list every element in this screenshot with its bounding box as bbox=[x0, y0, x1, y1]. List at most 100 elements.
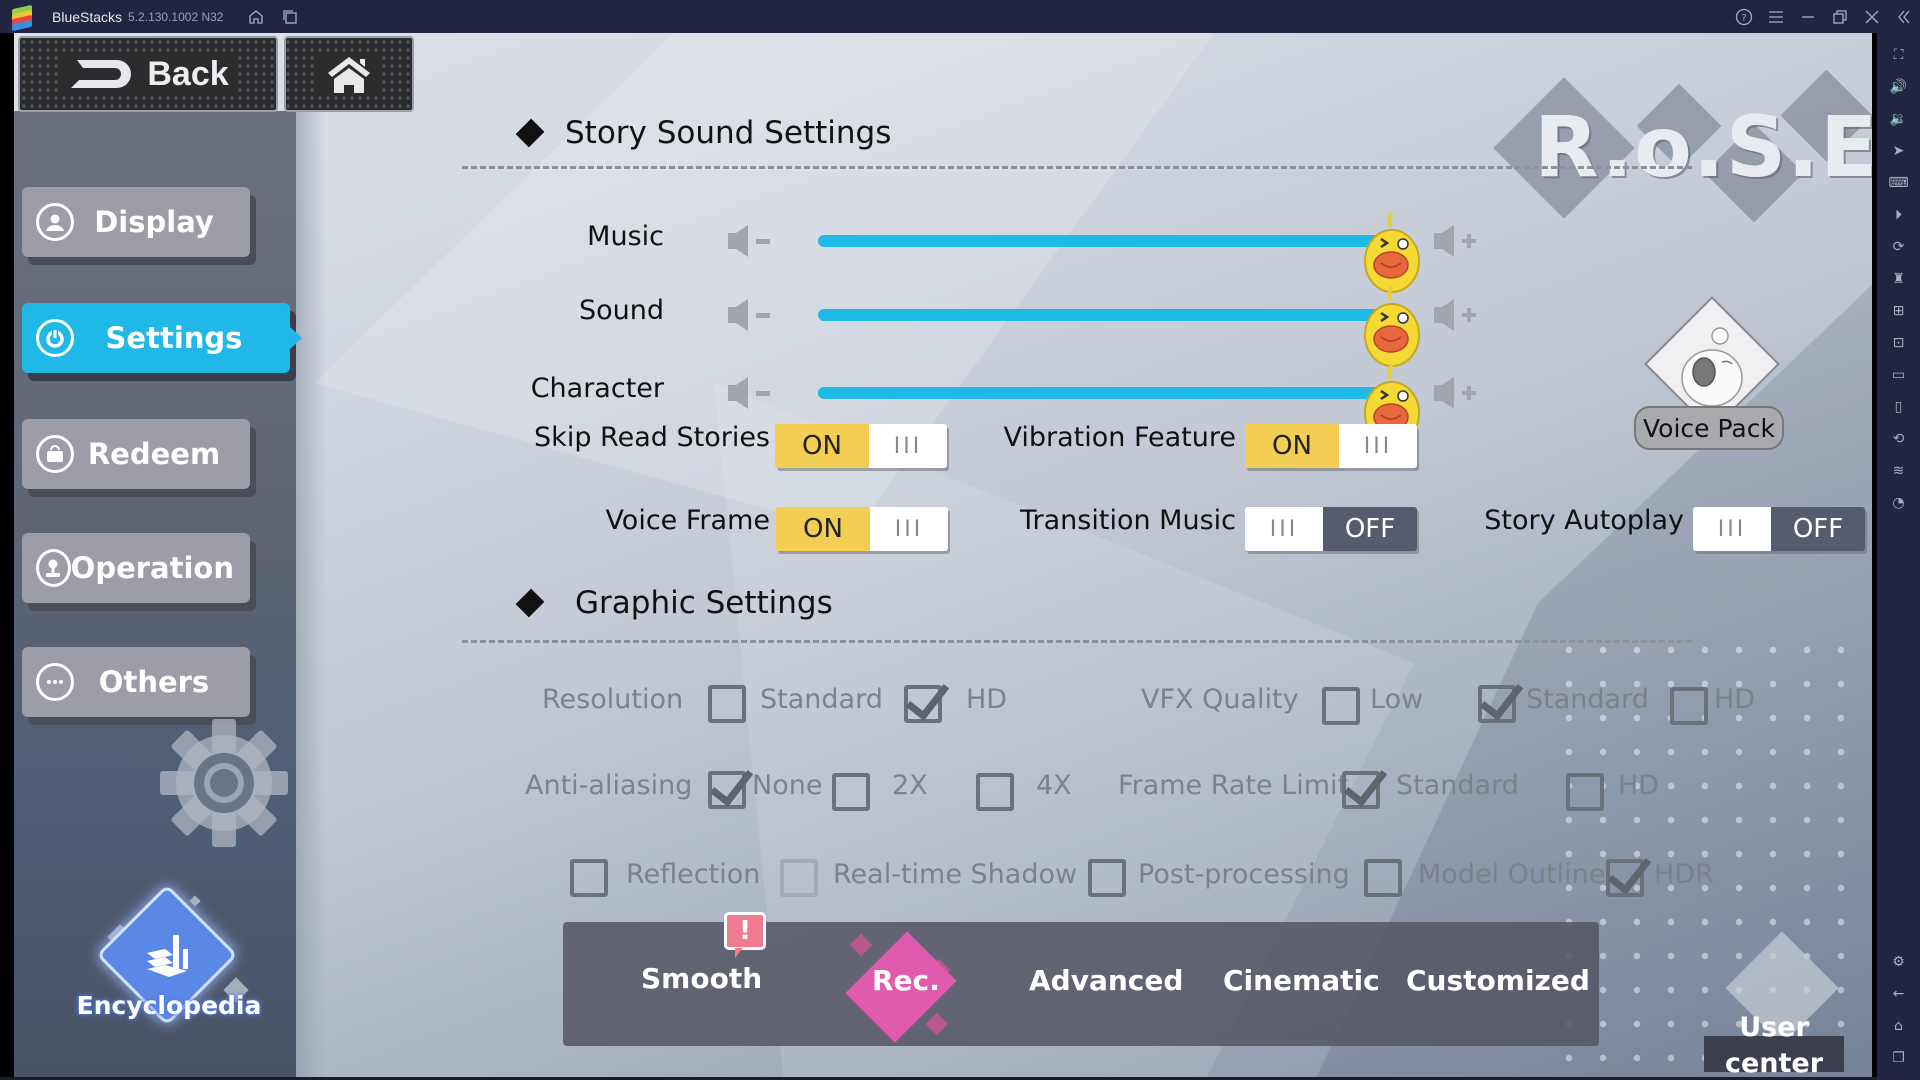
diamond-bullet-icon bbox=[515, 118, 545, 148]
volume-slider-track[interactable] bbox=[818, 363, 1420, 445]
model-outline-checkbox[interactable] bbox=[1364, 859, 1402, 897]
duck-slider-thumb[interactable] bbox=[1361, 283, 1423, 367]
vfx-standard-checkbox[interactable] bbox=[1478, 685, 1516, 723]
multi-window-icon[interactable]: ▯ bbox=[1885, 393, 1913, 421]
menu-icon[interactable] bbox=[1765, 6, 1787, 28]
duck-slider-thumb[interactable] bbox=[1361, 209, 1423, 293]
folder-icon[interactable]: ▭ bbox=[1885, 361, 1913, 389]
reflection-label: Reflection bbox=[626, 859, 761, 890]
preset-advanced-button[interactable]: Advanced bbox=[1029, 964, 1183, 997]
aa-none-checkbox[interactable] bbox=[708, 771, 746, 809]
fullscreen-icon[interactable]: ⛶ bbox=[1885, 41, 1913, 69]
volume-increase-icon[interactable] bbox=[1432, 223, 1484, 259]
performance-icon[interactable]: ♜ bbox=[1885, 265, 1913, 293]
menu-item-operation[interactable]: Operation bbox=[22, 533, 250, 603]
preset-cinematic-button[interactable]: Cinematic bbox=[1223, 964, 1380, 997]
settings-icon[interactable]: ⚙ bbox=[1885, 948, 1913, 976]
frame-rate-standard-checkbox[interactable] bbox=[1342, 771, 1380, 809]
toggle-grip-icon: III bbox=[869, 424, 947, 468]
vfx-hd-checkbox[interactable] bbox=[1670, 687, 1708, 725]
pointer-icon[interactable]: ➤ bbox=[1885, 137, 1913, 165]
bluestacks-logo-icon bbox=[10, 4, 34, 31]
back-label: Back bbox=[147, 54, 229, 93]
menu-item-settings[interactable]: Settings bbox=[22, 303, 302, 373]
volume-increase-icon[interactable] bbox=[1432, 375, 1484, 411]
aa-none-label: None bbox=[752, 770, 823, 801]
post-processing-checkbox[interactable] bbox=[1088, 859, 1126, 897]
preset-rec-button[interactable]: Rec. bbox=[872, 964, 940, 997]
skip-read-stories-toggle[interactable]: ON III bbox=[775, 424, 947, 468]
volume-decrease-icon[interactable] bbox=[726, 375, 780, 411]
minimize-icon[interactable] bbox=[1797, 6, 1819, 28]
aa-4x-label: 4X bbox=[1036, 770, 1072, 801]
aa-4x-checkbox[interactable] bbox=[976, 773, 1014, 811]
transition-music-toggle[interactable]: III OFF bbox=[1245, 507, 1417, 551]
alert-bubble-icon: ! bbox=[724, 912, 766, 958]
layers-icon[interactable]: ≋ bbox=[1885, 457, 1913, 485]
preset-smooth-button[interactable]: Smooth bbox=[641, 962, 762, 995]
toggle-on-label: ON bbox=[775, 424, 869, 468]
encyclopedia-button[interactable]: Encyclopedia bbox=[59, 873, 279, 1053]
preset-customized-button[interactable]: Customized bbox=[1406, 964, 1590, 997]
app-title: BlueStacks bbox=[52, 8, 123, 25]
voice-pack-button[interactable]: Voice Pack bbox=[1614, 296, 1794, 458]
frame-rate-hd-label: HD bbox=[1618, 770, 1660, 801]
vibration-feature-label: Vibration Feature bbox=[1003, 422, 1237, 453]
reflection-checkbox[interactable] bbox=[570, 859, 608, 897]
keyboard-icon[interactable]: ⌨ bbox=[1885, 169, 1913, 197]
back-arrow-icon[interactable]: ← bbox=[1885, 980, 1913, 1008]
help-icon[interactable]: ? bbox=[1733, 6, 1755, 28]
realtime-shadow-label: Real-time Shadow bbox=[833, 859, 1078, 890]
post-processing-label: Post-processing bbox=[1138, 859, 1350, 890]
vfx-standard-label: Standard bbox=[1526, 684, 1649, 715]
sync-icon[interactable]: ⟳ bbox=[1885, 233, 1913, 261]
resolution-standard-checkbox[interactable] bbox=[708, 685, 746, 723]
frame-rate-hd-checkbox[interactable] bbox=[1566, 773, 1604, 811]
volume-decrease-icon[interactable] bbox=[726, 297, 780, 333]
menu-item-redeem[interactable]: Redeem bbox=[22, 419, 250, 489]
hdr-checkbox[interactable] bbox=[1606, 859, 1644, 897]
voice-frame-toggle[interactable]: ON III bbox=[776, 507, 948, 551]
eco-mode-icon[interactable]: ◔ bbox=[1885, 489, 1913, 517]
joystick-icon bbox=[36, 549, 71, 587]
menu-label: Display bbox=[94, 205, 214, 239]
volume-up-icon[interactable]: 🔊 bbox=[1885, 73, 1913, 101]
user-center-button[interactable]: User center bbox=[1704, 931, 1854, 1077]
install-apk-icon[interactable]: ⊞ bbox=[1885, 297, 1913, 325]
macro-record-icon[interactable]: ⏵ bbox=[1885, 201, 1913, 229]
volume-slider-track[interactable] bbox=[818, 211, 1420, 293]
volume-decrease-icon[interactable] bbox=[726, 223, 780, 259]
rotate-icon[interactable]: ⟲ bbox=[1885, 425, 1913, 453]
home-icon[interactable] bbox=[245, 6, 267, 28]
menu-item-display[interactable]: Display bbox=[22, 187, 250, 257]
svg-text:?: ? bbox=[1741, 13, 1746, 24]
display-icon bbox=[36, 203, 74, 241]
restore-icon[interactable] bbox=[1829, 6, 1851, 28]
section-title-text: Graphic Settings bbox=[575, 585, 833, 621]
back-button[interactable]: Back bbox=[18, 36, 278, 112]
encyclopedia-icon bbox=[147, 935, 188, 977]
recent-apps-icon[interactable]: ❐ bbox=[1885, 1044, 1913, 1072]
volume-down-icon[interactable]: 🔉 bbox=[1885, 105, 1913, 133]
game-viewport: Back Display Settings Redeem Operation O… bbox=[14, 33, 1872, 1077]
story-autoplay-toggle[interactable]: III OFF bbox=[1693, 507, 1865, 551]
collapse-sidebar-icon[interactable] bbox=[1893, 6, 1915, 28]
vfx-low-checkbox[interactable] bbox=[1322, 687, 1360, 725]
menu-label: Redeem bbox=[87, 437, 221, 471]
story-autoplay-label: Story Autoplay bbox=[1484, 505, 1684, 536]
aa-2x-checkbox[interactable] bbox=[832, 773, 870, 811]
multi-instance-icon[interactable] bbox=[279, 6, 301, 28]
resolution-hd-checkbox[interactable] bbox=[904, 685, 942, 723]
screenshot-icon[interactable]: ⊡ bbox=[1885, 329, 1913, 357]
volume-slider-track[interactable] bbox=[818, 285, 1420, 367]
gear-decoration-icon bbox=[160, 719, 288, 847]
menu-item-others[interactable]: Others bbox=[22, 647, 250, 717]
vibration-feature-toggle[interactable]: ON III bbox=[1245, 424, 1417, 468]
home-button[interactable] bbox=[284, 36, 414, 112]
singing-mascot-icon bbox=[1681, 327, 1743, 407]
android-home-icon[interactable]: ⌂ bbox=[1885, 1012, 1913, 1040]
realtime-shadow-checkbox[interactable] bbox=[780, 859, 818, 897]
section-title-text: Story Sound Settings bbox=[565, 115, 892, 151]
close-icon[interactable] bbox=[1861, 6, 1883, 28]
volume-increase-icon[interactable] bbox=[1432, 297, 1484, 333]
